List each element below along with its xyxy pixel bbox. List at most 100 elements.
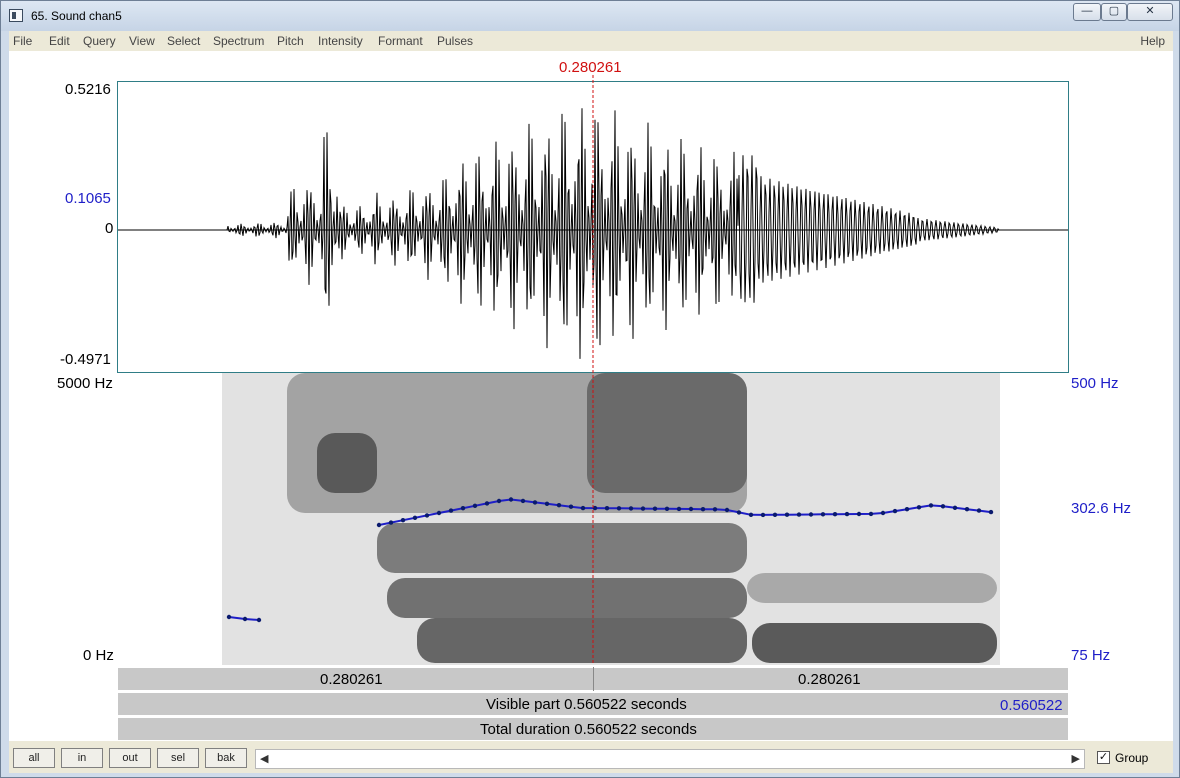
pitch-point xyxy=(796,512,802,517)
zoom-all-button[interactable]: all xyxy=(13,748,55,768)
pitch-point xyxy=(388,520,394,525)
pitch-point xyxy=(964,507,970,512)
pitch-point xyxy=(448,508,454,513)
close-button[interactable]: ✕ xyxy=(1127,3,1173,21)
menu-select[interactable]: Select xyxy=(167,34,200,48)
zoom-back-button[interactable]: bak xyxy=(205,748,247,768)
pitch-point xyxy=(508,497,514,502)
pitch-point xyxy=(580,505,586,511)
pitch-point xyxy=(592,505,598,511)
menu-formant[interactable]: Formant xyxy=(378,34,423,48)
group-checkbox[interactable]: ✓ xyxy=(1097,751,1110,764)
menu-view[interactable]: View xyxy=(129,34,155,48)
minimize-button[interactable]: — xyxy=(1073,3,1101,21)
waveform-signal xyxy=(226,108,1000,359)
pitch-point xyxy=(916,505,922,510)
pitch-point xyxy=(616,506,622,511)
maximize-button[interactable]: ▢ xyxy=(1101,3,1127,21)
right-segment-time: 0.280261 xyxy=(798,671,861,688)
pitch-point xyxy=(724,507,730,513)
pitch-point xyxy=(928,503,934,508)
menu-spectrum[interactable]: Spectrum xyxy=(213,34,264,48)
pitch-point xyxy=(532,500,538,505)
pitch-point xyxy=(904,507,910,512)
waveform-cursor-value-label: 0.1065 xyxy=(65,190,111,207)
visible-end-time: 0.560522 xyxy=(1000,697,1063,714)
pitch-point xyxy=(544,501,550,506)
pitch-point xyxy=(400,518,406,523)
pitch-top-label: 500 Hz xyxy=(1071,375,1119,392)
menu-file[interactable]: File xyxy=(13,34,32,48)
pitch-point xyxy=(940,504,946,509)
zoom-control-bar: all in out sel bak ◀ ▶ ✓ Group xyxy=(9,743,1173,773)
pitch-value-label: 302.6 Hz xyxy=(1071,500,1132,517)
waveform-panel[interactable] xyxy=(117,81,1069,373)
menu-query[interactable]: Query xyxy=(83,34,116,48)
selection-divider xyxy=(593,667,594,691)
pitch-point xyxy=(664,506,670,511)
pitch-point xyxy=(856,511,862,517)
sound-editor-window: 65. Sound chan5 — ▢ ✕ File Edit Query Vi… xyxy=(0,0,1180,778)
pitch-point xyxy=(988,509,994,515)
spectrogram-energy-band xyxy=(377,523,747,573)
pitch-point xyxy=(652,506,658,511)
menu-bar: File Edit Query View Select Spectrum Pit… xyxy=(9,31,1173,51)
window-title: 65. Sound chan5 xyxy=(31,9,122,23)
pitch-point xyxy=(760,512,766,518)
pitch-point xyxy=(736,510,742,515)
zoom-out-button[interactable]: out xyxy=(109,748,151,768)
scroll-left-arrow-icon[interactable]: ◀ xyxy=(260,752,268,765)
menu-edit[interactable]: Edit xyxy=(49,34,70,48)
pitch-point xyxy=(604,506,610,511)
menu-pitch[interactable]: Pitch xyxy=(277,34,304,48)
pitch-point xyxy=(520,498,526,504)
pitch-point xyxy=(712,507,718,512)
pitch-point xyxy=(700,507,706,512)
pitch-point xyxy=(640,506,646,511)
spectrogram-bottom-frequency-label: 0 Hz xyxy=(83,647,114,664)
spectrogram-energy-band xyxy=(752,623,997,663)
zoom-selection-button[interactable]: sel xyxy=(157,748,199,768)
pitch-point xyxy=(832,512,838,517)
pitch-point xyxy=(472,503,478,508)
waveform-plot xyxy=(118,108,1068,359)
pitch-point xyxy=(952,505,958,510)
editor-client-area: File Edit Query View Select Spectrum Pit… xyxy=(9,31,1173,773)
menu-help[interactable]: Help xyxy=(1140,34,1165,48)
group-label: Group xyxy=(1115,751,1149,765)
spectrogram-panel[interactable] xyxy=(117,373,1069,665)
spectrogram-energy-band xyxy=(587,373,747,493)
pitch-point xyxy=(256,617,262,623)
spectrogram-energy-band xyxy=(747,573,997,603)
plot-area[interactable]: 0.280261 0.5216 0.1065 0 -0.4971 5000 Hz… xyxy=(9,51,1173,741)
pitch-point xyxy=(226,614,232,620)
pitch-bottom-label: 75 Hz xyxy=(1071,647,1111,664)
visible-part-bar[interactable]: Visible part 0.560522 seconds xyxy=(117,692,1069,716)
pitch-point xyxy=(748,512,754,517)
pitch-point xyxy=(784,512,790,517)
pitch-point xyxy=(568,504,574,509)
time-scrollbar[interactable]: ◀ ▶ xyxy=(255,749,1085,769)
spectrogram-energy-band xyxy=(417,618,747,663)
pitch-point xyxy=(556,503,562,508)
visible-part-text: Visible part 0.560522 seconds xyxy=(486,696,687,713)
pitch-point xyxy=(376,522,382,528)
menu-intensity[interactable]: Intensity xyxy=(318,34,363,48)
waveform-min-label: -0.4971 xyxy=(60,351,111,368)
pitch-point xyxy=(976,508,982,513)
pitch-point xyxy=(412,515,418,520)
pitch-point xyxy=(892,508,898,514)
zoom-in-button[interactable]: in xyxy=(61,748,103,768)
menu-pulses[interactable]: Pulses xyxy=(437,34,473,48)
pitch-point xyxy=(808,512,814,517)
scroll-right-arrow-icon[interactable]: ▶ xyxy=(1072,752,1080,765)
spectrogram-top-frequency-label: 5000 Hz xyxy=(57,375,113,392)
pitch-point xyxy=(424,513,430,518)
pitch-point xyxy=(880,510,886,516)
total-duration-bar[interactable]: Total duration 0.560522 seconds xyxy=(117,717,1069,741)
spectrogram-energy-band xyxy=(317,433,377,493)
pitch-point xyxy=(628,506,634,511)
left-segment-time: 0.280261 xyxy=(320,671,383,688)
waveform-max-label: 0.5216 xyxy=(65,81,111,98)
title-bar[interactable]: 65. Sound chan5 — ▢ ✕ xyxy=(1,1,1179,31)
